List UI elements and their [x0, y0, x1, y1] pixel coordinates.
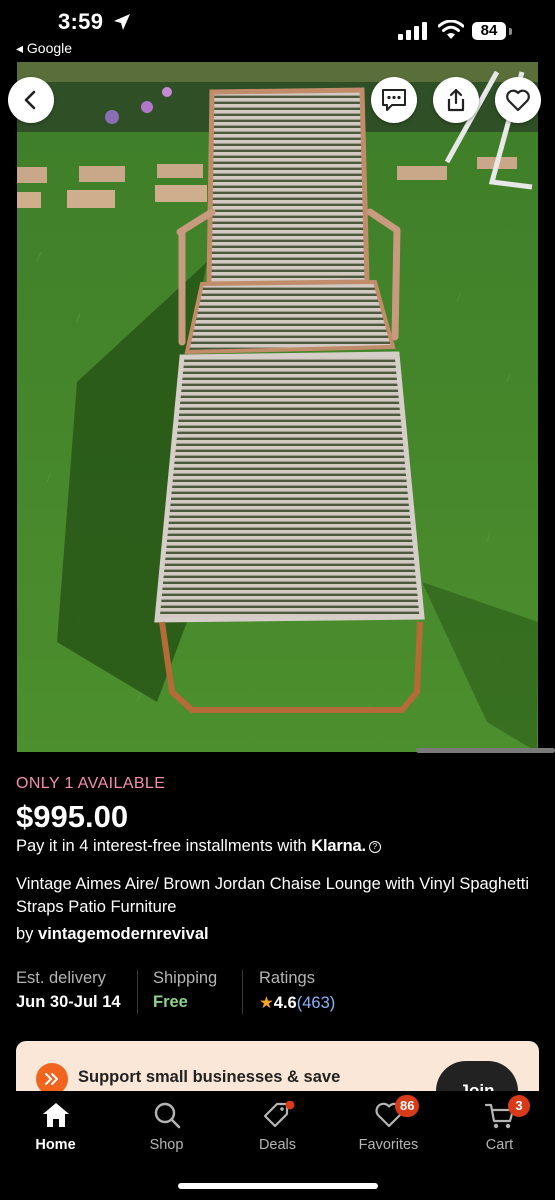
product-title: Vintage Aimes Aire/ Brown Jordan Chaise …: [16, 875, 530, 916]
rating-count: (463): [296, 994, 336, 1012]
help-icon[interactable]: ?: [368, 841, 381, 853]
tab-label: Home: [35, 1137, 76, 1153]
cart-badge: 3: [508, 1095, 530, 1117]
divider: [242, 970, 243, 1014]
ratings-value[interactable]: ★4.6(463): [259, 993, 335, 1013]
delivery-value: Jun 30-Jul 14: [16, 993, 121, 1011]
installments-text: Pay it in 4 interest-free installments w…: [16, 837, 312, 855]
tab-label: Cart: [485, 1137, 514, 1153]
chaise-lounge-photo: [17, 62, 538, 752]
battery-tip: [509, 28, 512, 35]
ratings-label: Ratings: [259, 969, 315, 987]
star-icon: ★: [259, 994, 274, 1012]
seller-line: by vintagemodernrevival: [16, 925, 209, 944]
share-button[interactable]: [433, 77, 479, 123]
search-icon: [154, 1102, 180, 1129]
chat-bubble-icon: [382, 89, 406, 111]
rating-score: 4.6: [273, 994, 297, 1012]
seller-prefix: by: [16, 925, 39, 943]
status-time: 3:59: [58, 9, 104, 34]
home-icon: [42, 1103, 69, 1127]
tag-icon: [263, 1101, 294, 1128]
tab-deals[interactable]: Deals: [222, 1091, 333, 1161]
favorites-badge: 86: [395, 1095, 420, 1117]
tab-cart[interactable]: 3 Cart: [444, 1091, 555, 1161]
wifi-icon: [438, 20, 464, 39]
image-scroll-indicator: [416, 748, 555, 753]
divider: [137, 970, 138, 1014]
share-icon: [447, 88, 465, 112]
promo-text: Support small businesses & save: [78, 1068, 341, 1086]
delivery-label: Est. delivery: [16, 969, 106, 987]
seller-link[interactable]: vintagemodernrevival: [38, 925, 209, 943]
product-image[interactable]: [17, 62, 538, 752]
shipping-value: Free: [153, 993, 188, 1011]
shipping-label: Shipping: [153, 969, 218, 987]
klarna-logo: Klarna.: [311, 837, 366, 855]
message-seller-button[interactable]: [371, 77, 417, 123]
location-arrow-icon: [114, 14, 130, 30]
chevron-left-icon: [24, 90, 36, 110]
heart-icon: [506, 89, 530, 112]
favorite-button[interactable]: [495, 77, 541, 123]
tab-label: Favorites: [358, 1137, 419, 1153]
availability-label: ONLY 1 AVAILABLE: [16, 775, 166, 792]
back-button[interactable]: [8, 77, 54, 123]
home-indicator: [178, 1183, 378, 1189]
battery-level: 84: [472, 22, 506, 40]
tab-shop[interactable]: Shop: [111, 1091, 222, 1161]
klarna-installments[interactable]: Pay it in 4 interest-free installments w…: [16, 837, 381, 856]
back-to-app-link[interactable]: ◂ Google: [16, 40, 72, 57]
price: $995.00: [16, 799, 129, 834]
cellular-signal-icon: [398, 22, 427, 40]
tab-label: Deals: [258, 1137, 297, 1153]
tab-home[interactable]: Home: [0, 1091, 111, 1161]
status-bar: 3:59 ◂ Google 84: [0, 0, 555, 62]
tab-label: Shop: [149, 1137, 184, 1153]
tab-favorites[interactable]: 86 Favorites: [333, 1091, 444, 1161]
